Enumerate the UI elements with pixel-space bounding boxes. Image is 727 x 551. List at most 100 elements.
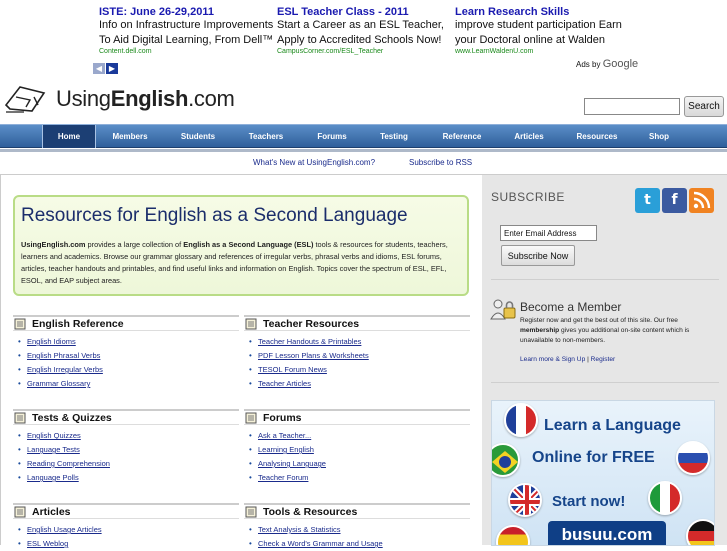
rss-icon[interactable] [689,188,714,213]
section-tests-quizzes: Tests & Quizzes English Quizzes Language… [13,409,239,485]
book-icon [245,506,257,518]
section-articles: Articles English Usage Articles ESL Webl… [13,503,239,551]
ad-title[interactable]: ISTE: June 26-29,2011 [99,6,274,18]
ad-url[interactable]: CampusCorner.com/ESL_Teacher [277,48,452,55]
ad-text: Start a Career as an ESL Teacher, Apply … [277,19,444,46]
ad-title[interactable]: Learn Research Skills [455,6,630,18]
list-item: Check a Word's Grammar and Usage [244,537,470,551]
list-item: Reading Comprehension [13,457,239,471]
link-english-usage-articles[interactable]: English Usage Articles [27,525,102,534]
link-english-quizzes[interactable]: English Quizzes [27,431,81,440]
ad-item[interactable]: ISTE: June 26-29,2011 Info on Infrastruc… [99,6,274,55]
section-title: Articles [32,506,71,518]
link-language-tests[interactable]: Language Tests [27,445,80,454]
section-teacher-resources: Teacher Resources Teacher Handouts & Pri… [244,315,470,391]
link-english-idioms[interactable]: English Idioms [27,337,76,346]
busuu-logo: busuu.com [548,521,666,545]
busuu-subheadline: Online for FREE [532,449,655,466]
nav-shop[interactable]: Shop [638,125,680,148]
nav-home[interactable]: Home [42,125,96,148]
list-item: Analysing Language [244,457,470,471]
nav-resources[interactable]: Resources [568,125,626,148]
ads-by-label: Ads by [576,60,601,69]
nav-forums[interactable]: Forums [306,125,358,148]
google-logo: Google [602,58,639,70]
nav-reference[interactable]: Reference [434,125,490,148]
site-logo[interactable]: UsingEnglish.com [4,82,235,116]
ad-item[interactable]: Learn Research Skills improve student pa… [455,6,630,55]
link-language-polls[interactable]: Language Polls [27,473,79,482]
flag-brazil-icon [492,443,520,477]
ad-next-icon[interactable]: ▶ [106,63,118,74]
link-phrasal-verbs[interactable]: English Phrasal Verbs [27,351,100,360]
list-item: Teacher Articles [244,377,470,391]
link-check-word-grammar[interactable]: Check a Word's Grammar and Usage [258,539,383,548]
nav-teachers[interactable]: Teachers [238,125,294,148]
ad-prev-icon[interactable]: ◀ [93,63,105,74]
flag-spain-icon [496,525,530,545]
list-item: TESOL Forum News [244,363,470,377]
link-reading-comprehension[interactable]: Reading Comprehension [27,459,110,468]
link-teacher-articles[interactable]: Teacher Articles [258,379,311,388]
book-icon [14,318,26,330]
list-item: English Quizzes [13,429,239,443]
intro-text: UsingEnglish.com provides a large collec… [21,240,448,285]
list-item: Ask a Teacher... [244,429,470,443]
list-item: Language Tests [13,443,239,457]
member-heading: Become a Member [520,300,622,314]
section-forums: Forums Ask a Teacher... Learning English… [244,409,470,485]
learn-more-signup-link[interactable]: Learn more & Sign Up [520,356,585,363]
flag-france-icon [504,403,538,437]
subscribe-button[interactable]: Subscribe Now [501,245,575,266]
link-teacher-forum[interactable]: Teacher Forum [258,473,308,482]
section-header: Teacher Resources [244,315,470,331]
section-title: Forums [263,412,302,424]
facebook-icon[interactable]: f [662,188,687,213]
register-link[interactable]: Register [591,356,616,363]
ad-url[interactable]: Content.dell.com [99,48,274,55]
link-learning-english[interactable]: Learning English [258,445,314,454]
section-header: Tests & Quizzes [13,409,239,425]
nav-testing[interactable]: Testing [368,125,420,148]
section-header: Articles [13,503,239,519]
nav-articles[interactable]: Articles [502,125,556,148]
link-analysing-language[interactable]: Analysing Language [258,459,326,468]
list-item: English Usage Articles [13,523,239,537]
link-esl-weblog[interactable]: ESL Weblog [27,539,68,548]
ads-by-google[interactable]: Ads by Google [576,58,638,70]
subscribe-rss-link[interactable]: Subscribe to RSS [409,158,472,167]
book-icon [14,506,26,518]
email-field[interactable] [500,225,597,241]
ad-title[interactable]: ESL Teacher Class - 2011 [277,6,452,18]
search-button[interactable]: Search [684,96,724,117]
flag-germany-icon [686,519,714,545]
link-teacher-handouts[interactable]: Teacher Handouts & Printables [258,337,361,346]
ad-item[interactable]: ESL Teacher Class - 2011 Start a Career … [277,6,452,55]
nav-members[interactable]: Members [104,125,156,148]
nav-students[interactable]: Students [170,125,226,148]
intro-box: Resources for English as a Second Langua… [13,195,469,296]
link-irregular-verbs[interactable]: English Irregular Verbs [27,365,103,374]
section-tools-resources: Tools & Resources Text Analysis & Statis… [244,503,470,551]
main-content: Resources for English as a Second Langua… [0,174,482,551]
divider [491,279,719,280]
subscribe-heading: SUBSCRIBE [491,190,565,204]
book-icon [245,318,257,330]
list-item: PDF Lesson Plans & Worksheets [244,349,470,363]
whats-new-link[interactable]: What's New at UsingEnglish.com? [253,158,375,167]
busuu-ad[interactable]: Learn a Language Online for FREE Start n… [491,400,715,546]
link-ask-a-teacher[interactable]: Ask a Teacher... [258,431,311,440]
section-title: Teacher Resources [263,318,360,330]
member-padlock-icon [490,299,516,320]
twitter-icon[interactable]: t [635,188,660,213]
busuu-cta: Start now! [552,493,626,510]
list-item: English Idioms [13,335,239,349]
search-input[interactable] [584,98,680,115]
link-pdf-lesson-plans[interactable]: PDF Lesson Plans & Worksheets [258,351,369,360]
flag-uk-icon [508,483,542,517]
link-tesol-forum-news[interactable]: TESOL Forum News [258,365,327,374]
link-grammar-glossary[interactable]: Grammar Glossary [27,379,90,388]
ad-url[interactable]: www.LearnWaldenU.com [455,48,630,55]
section-header: Tools & Resources [244,503,470,519]
link-text-analysis[interactable]: Text Analysis & Statistics [258,525,341,534]
